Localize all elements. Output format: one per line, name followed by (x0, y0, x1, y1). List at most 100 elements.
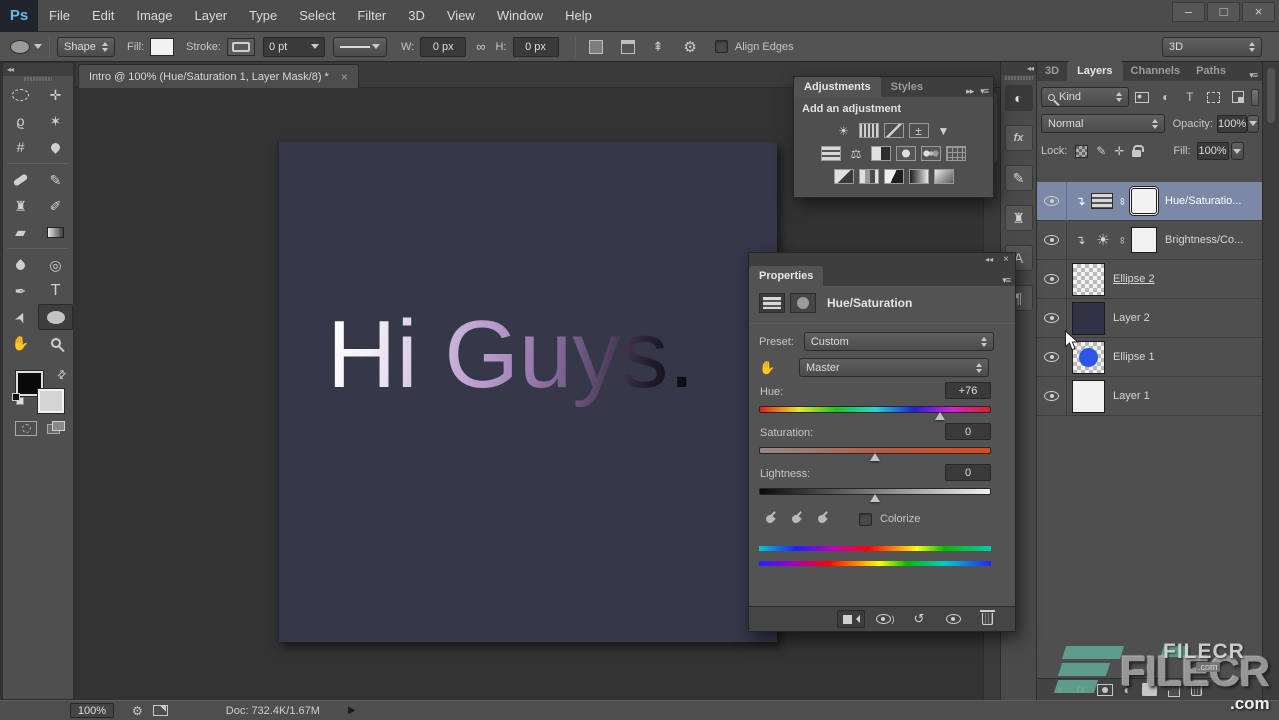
color-balance-icon[interactable]: ⚖ (846, 146, 866, 161)
menu-layer[interactable]: Layer (184, 0, 239, 32)
menu-help[interactable]: Help (554, 0, 603, 32)
delete-adjustment-button[interactable] (973, 610, 1001, 628)
clone-source-panel-icon[interactable]: ♜ (1005, 205, 1033, 231)
layer-name[interactable]: Layer 2 (1113, 312, 1150, 324)
tab-properties[interactable]: Properties (749, 266, 823, 286)
tab-layers[interactable]: Layers (1067, 61, 1122, 81)
path-arrangement-icon[interactable]: ⇞ (653, 39, 664, 55)
link-dimensions-icon[interactable]: ∞ (476, 39, 485, 54)
tab-paths[interactable]: Paths (1188, 61, 1234, 81)
layer-thumbnail[interactable] (1072, 263, 1105, 296)
layer-name[interactable]: Hue/Saturatio... (1165, 195, 1241, 207)
lightness-slider-track[interactable] (759, 488, 991, 495)
selective-color-icon[interactable] (934, 169, 954, 184)
dock-collapse-arrows[interactable]: ◂◂ (1001, 62, 1036, 75)
minimize-button[interactable]: – (1172, 2, 1205, 22)
reset-button[interactable]: ↺ (905, 610, 933, 628)
channel-select[interactable]: Master (799, 358, 989, 377)
stroke-swatch[interactable] (227, 38, 255, 56)
align-edges-checkbox[interactable] (715, 40, 728, 53)
black-white-icon[interactable] (871, 146, 891, 161)
toolbar-collapse-arrows[interactable]: ◂◂ (3, 63, 73, 76)
brightness-contrast-layer-icon[interactable]: ☀ (1091, 231, 1115, 249)
hue-saturation-icon[interactable] (821, 146, 841, 161)
history-brush-tool[interactable]: ✐ (38, 193, 73, 219)
layer-name[interactable]: Ellipse 2 (1113, 273, 1155, 285)
workspace-select[interactable]: 3D (1162, 37, 1262, 57)
blend-mode-select[interactable]: Normal (1041, 114, 1165, 133)
document-tab[interactable]: Intro @ 100% (Hue/Saturation 1, Layer Ma… (78, 64, 359, 88)
menu-filter[interactable]: Filter (346, 0, 397, 32)
menu-window[interactable]: Window (486, 0, 554, 32)
menu-view[interactable]: View (436, 0, 486, 32)
hue-saturation-layer-icon[interactable] (1091, 193, 1113, 209)
posterize-icon[interactable] (859, 169, 879, 184)
eye-icon[interactable] (1044, 235, 1059, 245)
menu-edit[interactable]: Edit (81, 0, 125, 32)
visibility-cell[interactable] (1037, 182, 1067, 221)
visibility-cell[interactable] (1037, 338, 1067, 377)
lightness-value-field[interactable]: 0 (945, 464, 991, 481)
filter-pixel-layers-icon[interactable] (1132, 88, 1153, 106)
view-previous-state-button[interactable]: ) (871, 610, 899, 628)
styles-panel-icon[interactable]: fx (1005, 125, 1033, 151)
screen-mode-button[interactable] (47, 421, 67, 436)
healing-brush-tool[interactable] (3, 167, 38, 193)
adjustments-panel-icon[interactable]: ◐ (1005, 85, 1033, 111)
brush-presets-panel-icon[interactable]: ✎ (1005, 165, 1033, 191)
crop-tool[interactable]: # (3, 134, 38, 160)
hue-slider-track[interactable] (759, 406, 991, 413)
panel-close-icon[interactable]: × (1003, 254, 1009, 265)
eyedropper-sample-icon[interactable] (763, 511, 777, 527)
hue-slider-thumb[interactable] (935, 412, 945, 420)
channel-mixer-icon[interactable] (921, 146, 941, 161)
tab-channels[interactable]: Channels (1123, 61, 1189, 81)
scrollbar-thumb[interactable] (1267, 68, 1275, 123)
tab-adjustments[interactable]: Adjustments (794, 77, 881, 97)
eye-icon[interactable] (1044, 313, 1059, 323)
eye-icon[interactable] (1044, 391, 1059, 401)
stroke-width-field[interactable]: 0 pt (263, 37, 325, 57)
lock-position-icon[interactable]: ✛ (1114, 144, 1124, 158)
layer-name[interactable]: Layer 1 (1113, 390, 1150, 402)
path-alignment-icon[interactable] (621, 40, 635, 54)
close-button[interactable]: × (1242, 2, 1275, 22)
layer-name[interactable]: Brightness/Co... (1165, 234, 1243, 246)
swap-colors-icon[interactable]: ⇄ (54, 367, 70, 383)
ellipse-shape-tool[interactable] (38, 304, 73, 330)
saturation-value-field[interactable]: 0 (945, 423, 991, 440)
panel-menu-icon[interactable]: ▾≡ (1249, 70, 1262, 81)
gear-icon[interactable]: ⚙ (683, 38, 696, 56)
clone-stamp-tool[interactable]: ♜ (3, 193, 38, 219)
menu-type[interactable]: Type (238, 0, 288, 32)
tool-preset-picker[interactable] (10, 40, 42, 54)
filter-adjustment-layers-icon[interactable]: ◐ (1155, 88, 1176, 106)
link-layers-icon[interactable]: ∞ (1055, 685, 1066, 695)
panel-collapse-arrows[interactable]: ◂◂ (985, 255, 993, 264)
fill-field[interactable]: 100% (1197, 142, 1229, 160)
layer-thumbnail[interactable] (1072, 380, 1105, 413)
mask-badge-icon[interactable] (790, 293, 816, 313)
eyedropper-subtract-icon[interactable] (815, 511, 829, 527)
path-selection-tool[interactable]: ➤ (3, 304, 38, 330)
layer-row-brightness-contrast[interactable]: ↴ ☀ ∞ Brightness/Co... (1037, 221, 1263, 260)
color-lookup-icon[interactable] (946, 146, 966, 161)
tab-close-icon[interactable]: × (341, 70, 348, 84)
layer-mask-thumbnail[interactable] (1131, 227, 1157, 253)
export-icon[interactable] (153, 705, 168, 716)
eyedropper-tool[interactable] (38, 134, 73, 160)
lightness-slider-thumb[interactable] (870, 494, 880, 502)
hand-tool[interactable]: ✋ (3, 330, 38, 356)
default-colors-icon[interactable] (12, 393, 25, 405)
visibility-cell[interactable] (1037, 221, 1067, 260)
elliptical-marquee-tool[interactable] (3, 82, 38, 108)
filter-kind-select[interactable]: Kind (1041, 87, 1129, 107)
eye-icon[interactable] (1044, 196, 1059, 206)
visibility-cell[interactable] (1037, 377, 1067, 416)
maximize-button[interactable]: □ (1207, 2, 1240, 22)
eraser-tool[interactable]: ▰ (3, 219, 38, 245)
type-tool[interactable]: T (38, 278, 73, 304)
toggle-visibility-button[interactable] (939, 610, 967, 628)
dodge-tool[interactable]: ◎ (38, 252, 73, 278)
path-operations-icon[interactable] (589, 40, 603, 54)
